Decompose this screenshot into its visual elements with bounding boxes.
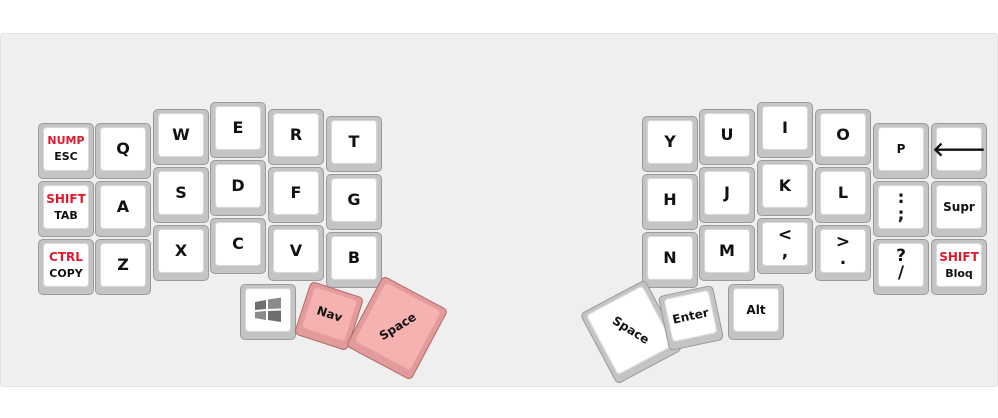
key-label: F [290,183,302,202]
key-shift-tab[interactable]: SHIFT TAB [38,181,94,237]
key-o[interactable]: O [815,109,871,165]
key-label: T [348,132,360,151]
key-label: K [778,176,792,195]
key-label: Z [117,255,129,274]
key-windows[interactable] [240,284,296,340]
key-w[interactable]: W [153,109,209,165]
key-label: Space [376,309,419,343]
key-h[interactable]: H [642,174,698,230]
key-f[interactable]: F [268,167,324,223]
key-label: L [837,183,849,202]
key-label: I [782,118,788,137]
key-label: V [289,241,303,260]
key-label: Y [664,132,676,151]
key-label: S [175,183,187,202]
key-label-top: NUMP [47,134,85,147]
key-e[interactable]: E [210,102,266,158]
key-label: J [724,183,730,202]
key-label-bottom: . [839,249,847,269]
key-label: X [174,241,188,260]
key-label: D [231,176,245,195]
key-label-top: ? [896,246,906,266]
key-l[interactable]: L [815,167,871,223]
key-label: C [232,234,244,253]
key-period[interactable]: > . [815,225,871,281]
key-semicolon[interactable]: : ; [873,181,929,237]
key-label: R [289,125,303,144]
key-t[interactable]: T [326,116,382,172]
key-nump-esc[interactable]: NUMP ESC [38,123,94,179]
key-label: M [719,241,735,260]
key-label-bottom: / [897,263,905,283]
key-a[interactable]: A [95,181,151,237]
key-c[interactable]: C [210,218,266,274]
key-label: Nav [315,302,345,325]
key-i[interactable]: I [757,102,813,158]
key-label-bottom: , [781,242,789,262]
key-label-top: : [897,188,905,208]
key-label: Enter [671,304,710,327]
key-j[interactable]: J [699,167,755,223]
key-label-bottom: ; [897,205,905,225]
key-label-bottom: Bloq [945,266,973,280]
windows-icon [255,297,281,322]
key-g[interactable]: G [326,174,382,230]
key-label: W [172,125,190,144]
key-label-bottom: COPY [49,266,83,280]
key-label: E [232,118,244,137]
key-ctrl-copy[interactable]: CTRL COPY [38,239,94,295]
key-label: U [720,125,734,144]
key-label: N [663,248,677,267]
key-q[interactable]: Q [95,123,151,179]
key-supr[interactable]: Supr [931,181,987,237]
key-enter[interactable]: Enter [657,284,725,352]
key-label-top: SHIFT [46,191,86,206]
key-label: A [116,197,130,216]
key-x[interactable]: X [153,225,209,281]
key-label: Space [609,313,652,347]
key-label-top: > [835,232,851,252]
key-y[interactable]: Y [642,116,698,172]
key-label-top: CTRL [49,249,83,264]
key-u[interactable]: U [699,109,755,165]
left-arrow-icon: 🡐 [932,137,986,161]
key-label: P [896,141,906,156]
key-s[interactable]: S [153,167,209,223]
key-label: G [347,190,361,209]
key-n[interactable]: N [642,232,698,288]
key-v[interactable]: V [268,225,324,281]
key-label-top: SHIFT [939,249,979,264]
key-d[interactable]: D [210,160,266,216]
key-label: Supr [943,199,975,214]
key-k[interactable]: K [757,160,813,216]
key-backspace[interactable]: 🡐 [931,123,987,179]
key-b[interactable]: B [326,232,382,288]
key-label: O [836,125,850,144]
key-r[interactable]: R [268,109,324,165]
key-label: Q [116,139,130,158]
key-z[interactable]: Z [95,239,151,295]
key-comma[interactable]: < , [757,218,813,274]
key-label-bottom: ESC [54,150,78,163]
key-m[interactable]: M [699,225,755,281]
key-label: B [347,248,361,267]
key-slash[interactable]: ? / [873,239,929,295]
key-label: Alt [746,302,766,317]
key-label-top: < [777,225,793,245]
key-shift-bloq[interactable]: SHIFT Bloq [931,239,987,295]
key-p[interactable]: P [873,123,929,179]
key-alt[interactable]: Alt [728,284,784,340]
key-label: H [663,190,677,209]
key-label-bottom: TAB [54,208,78,222]
